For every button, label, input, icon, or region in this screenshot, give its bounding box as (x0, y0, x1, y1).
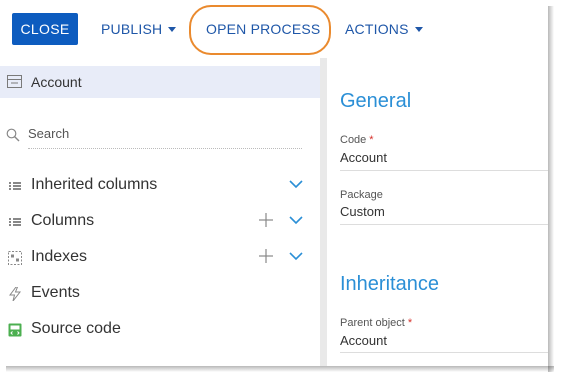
sidebar-item-inherited-columns[interactable]: Inherited columns (0, 171, 320, 201)
caret-down-icon (168, 26, 177, 32)
actions-button[interactable]: ACTIONS (345, 13, 423, 45)
package-label: Package (340, 189, 383, 201)
lightning-icon (9, 287, 22, 301)
sidebar-item-columns[interactable]: Columns (0, 207, 320, 237)
sidebar-item-source-code[interactable]: Source code (0, 315, 320, 345)
search-icon (6, 128, 20, 142)
close-button[interactable]: CLOSE (12, 13, 78, 45)
actions-label: ACTIONS (345, 21, 409, 37)
code-field-underline (340, 170, 548, 171)
window-shadow-bottom (6, 366, 554, 372)
plus-icon[interactable] (259, 249, 273, 263)
search-underline (28, 148, 302, 149)
publish-button[interactable]: PUBLISH (101, 13, 177, 45)
sidebar-item-label: Events (31, 284, 80, 301)
parent-object-label-text: Parent object (340, 317, 405, 329)
package-field-underline (340, 224, 548, 225)
columns-list-icon (9, 182, 21, 190)
caret-down-icon (414, 26, 423, 32)
chevron-down-icon[interactable] (289, 179, 303, 189)
package-field[interactable]: Custom (340, 204, 385, 219)
code-label-text: Code (340, 134, 367, 146)
chevron-down-icon[interactable] (289, 251, 303, 261)
columns-list-icon (9, 218, 21, 226)
inheritance-heading: Inheritance (340, 273, 439, 295)
publish-label: PUBLISH (101, 21, 163, 37)
source-code-icon (8, 323, 22, 337)
indexes-icon (8, 251, 22, 265)
search-input[interactable]: Search (6, 124, 302, 149)
sidebar-item-label: Inherited columns (31, 176, 158, 193)
properties-panel: General Code * Account Package Custom Inh… (327, 58, 548, 366)
highlight-ring (189, 5, 331, 55)
general-heading: General (340, 90, 412, 112)
code-field[interactable]: Account (340, 150, 387, 165)
sidebar-item-events[interactable]: Events (0, 279, 320, 309)
plus-icon[interactable] (259, 213, 273, 227)
parent-object-label: Parent object * (340, 317, 412, 329)
sidebar-item-label: Account (31, 74, 82, 90)
required-marker: * (369, 134, 374, 146)
code-label: Code * (340, 134, 374, 146)
structure-panel: Account Search Inherited columns Columns… (0, 58, 320, 366)
search-placeholder: Search (28, 126, 70, 141)
object-icon (7, 75, 22, 88)
window: CLOSE PUBLISH OPEN PROCESS ACTIONS Accou… (0, 0, 548, 366)
parent-object-field[interactable]: Account (340, 333, 387, 348)
parent-object-underline (340, 352, 548, 353)
required-marker: * (407, 317, 413, 329)
sidebar-item-label: Columns (31, 212, 95, 229)
panel-divider[interactable] (320, 58, 327, 366)
sidebar-item-indexes[interactable]: Indexes (0, 243, 320, 273)
window-shadow-right (548, 6, 554, 372)
sidebar-item-account[interactable]: Account (0, 66, 320, 98)
chevron-down-icon[interactable] (289, 215, 303, 225)
sidebar-item-label: Indexes (31, 248, 88, 265)
sidebar-item-label: Source code (31, 320, 121, 337)
